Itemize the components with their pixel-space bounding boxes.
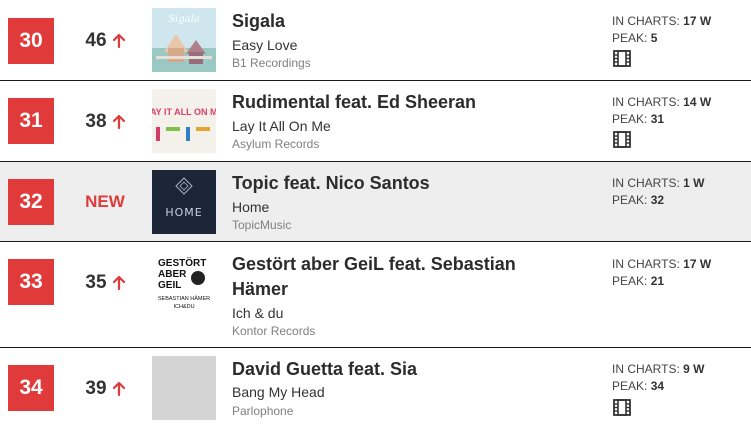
artist-name[interactable]: David Guetta feat. Sia (232, 357, 602, 382)
chart-stats: IN CHARTS: 1 W PEAK: 32 (612, 175, 704, 209)
rank-badge: 34 (8, 365, 54, 411)
previous-rank: 38 (85, 111, 107, 132)
rank-badge: 30 (8, 18, 54, 64)
previous-rank: 35 (85, 272, 107, 293)
peak-label: PEAK: (612, 112, 648, 126)
peak-value: 31 (650, 112, 665, 126)
rank-badge: 32 (8, 179, 54, 225)
record-label: TopicMusic (232, 218, 292, 232)
chart-list: 30 46 Sigala Sigala Easy Love B1 Recordi… (0, 0, 751, 428)
chart-stats: IN CHARTS: 9 W PEAK: 34 (612, 361, 704, 395)
new-entry-badge: NEW (85, 192, 125, 211)
chart-entry[interactable]: 31 38 LAY IT ALL ON ME Rudimental feat. … (0, 81, 751, 161)
chart-stats: IN CHARTS: 17 W PEAK: 5 (612, 13, 711, 47)
rank-badge: 33 (8, 259, 54, 305)
gestort-cover-text-5: ICH&DU (173, 304, 194, 310)
sigala-cover-text: Sigala (168, 14, 200, 25)
previous-position: NEW (70, 192, 140, 212)
chart-entry[interactable]: 30 46 Sigala Sigala Easy Love B1 Recordi… (0, 0, 751, 80)
peak-label: PEAK: (612, 274, 648, 288)
peak-label: PEAK: (612, 379, 648, 393)
record-label: Asylum Records (232, 137, 320, 151)
peak-value: 21 (650, 274, 665, 288)
film-icon[interactable] (613, 50, 631, 67)
artist-name[interactable]: Topic feat. Nico Santos (232, 171, 602, 196)
weeks-value: 1 W (683, 176, 705, 190)
peak-label: PEAK: (612, 193, 648, 207)
record-label: Kontor Records (232, 324, 316, 338)
song-title: Bang My Head (232, 384, 325, 400)
film-icon[interactable] (613, 399, 631, 416)
arrow-up-icon (112, 115, 125, 129)
chart-entry[interactable]: 34 39 David Guetta feat. Sia Bang My Hea… (0, 348, 751, 428)
placeholder-cover[interactable] (152, 356, 216, 420)
chart-stats: IN CHARTS: 17 W PEAK: 21 (612, 256, 711, 290)
film-icon[interactable] (613, 131, 631, 148)
previous-position: 39 (70, 378, 140, 400)
in-charts-label: IN CHARTS: (612, 257, 680, 271)
song-title: Easy Love (232, 37, 298, 53)
chart-entry[interactable]: 32 NEW HOME Topic feat. Nico Santos Home… (0, 162, 751, 241)
record-label: B1 Recordings (232, 56, 311, 70)
peak-value: 32 (650, 193, 665, 207)
in-charts-label: IN CHARTS: (612, 14, 680, 28)
chart-stats: IN CHARTS: 14 W PEAK: 31 (612, 94, 711, 128)
previous-position: 35 (70, 272, 140, 294)
weeks-value: 17 W (683, 257, 712, 271)
home-cover-text: HOME (165, 206, 202, 219)
home-cover[interactable]: HOME (152, 170, 216, 234)
in-charts-label: IN CHARTS: (612, 176, 680, 190)
song-title: Ich & du (232, 305, 284, 321)
gestort-cover-text-1: GESTÖRT (158, 256, 206, 269)
record-label: Parlophone (232, 404, 294, 418)
previous-position: 46 (70, 30, 140, 52)
gestort-cover[interactable]: GESTÖRT ABER GEIL SEBASTIAN HÄMER ICH&DU (152, 250, 216, 314)
artist-name[interactable]: Gestört aber GeiL feat. Sebastian Hämer (232, 252, 562, 302)
in-charts-label: IN CHARTS: (612, 95, 680, 109)
chart-entry[interactable]: 33 35 GESTÖRT ABER GEIL SEBASTIAN HÄMER … (0, 242, 751, 347)
previous-rank: 46 (85, 30, 107, 51)
gestort-cover-text-2: ABER (158, 269, 187, 280)
artist-name[interactable]: Rudimental feat. Ed Sheeran (232, 90, 602, 115)
layitallonme-cover-text: LAY IT ALL ON ME (152, 107, 216, 117)
previous-rank: 39 (85, 378, 107, 399)
layitallonme-cover[interactable]: LAY IT ALL ON ME (152, 89, 216, 153)
peak-value: 34 (650, 379, 665, 393)
weeks-value: 9 W (683, 362, 705, 376)
rank-badge: 31 (8, 98, 54, 144)
gestort-cover-text-3: GEIL (158, 280, 181, 291)
song-title: Lay It All On Me (232, 118, 331, 134)
peak-label: PEAK: (612, 31, 648, 45)
weeks-value: 14 W (683, 95, 712, 109)
arrow-up-icon (112, 276, 125, 290)
peak-value: 5 (650, 31, 658, 45)
arrow-up-icon (112, 382, 125, 396)
previous-position: 38 (70, 111, 140, 133)
arrow-up-icon (112, 34, 125, 48)
in-charts-label: IN CHARTS: (612, 362, 680, 376)
sigala-cover[interactable]: Sigala (152, 8, 216, 72)
weeks-value: 17 W (683, 14, 712, 28)
gestort-cover-text-4: SEBASTIAN HÄMER (158, 295, 210, 302)
artist-name[interactable]: Sigala (232, 9, 602, 34)
song-title: Home (232, 199, 270, 215)
